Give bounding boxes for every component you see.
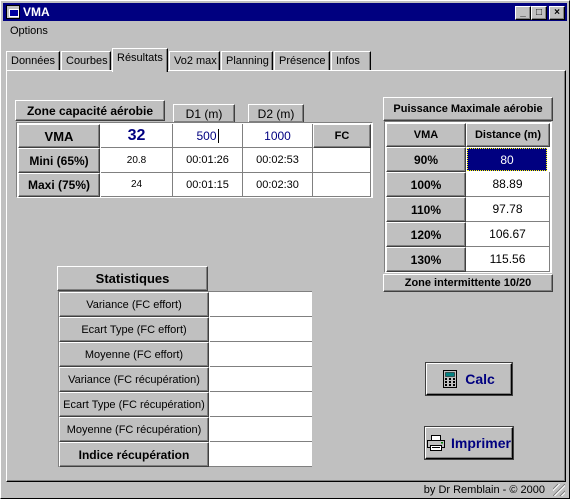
stat-label-indice: Indice récupération: [59, 442, 209, 467]
maximize-button[interactable]: □: [531, 6, 547, 20]
print-label: Imprimer: [451, 435, 511, 451]
stat-label-moyenne-effort: Moyenne (FC effort): [59, 342, 209, 367]
stats-table: Variance (FC effort) Ecart Type (FC effo…: [58, 291, 312, 467]
tab-infos[interactable]: Infos: [331, 51, 371, 71]
tab-donnees[interactable]: Données: [6, 51, 60, 71]
maxi-d1: 00:01:15: [173, 173, 243, 197]
maxi-d2: 00:02:30: [243, 173, 313, 197]
close-button[interactable]: ×: [549, 6, 565, 20]
stat-label-ecart-type-recup: Ecart Type (FC récupération): [59, 392, 209, 417]
calculator-icon: [443, 370, 459, 388]
stat-label-variance-effort: Variance (FC effort): [59, 292, 209, 317]
zone-table: VMA 32 500 1000 FC Mini (65%) 20.8 00:01…: [16, 122, 373, 198]
d2-input[interactable]: 1000: [243, 124, 313, 148]
pma-distance-130: 115.56: [466, 247, 550, 272]
calc-label: Calc: [465, 371, 495, 387]
title-bar[interactable]: VMA _ □ ×: [3, 3, 567, 21]
stat-value-moyenne-recup[interactable]: [210, 417, 312, 442]
app-icon[interactable]: [6, 5, 20, 19]
menu-options[interactable]: Options: [10, 25, 48, 37]
text-cursor: [217, 128, 219, 143]
mini-d1: 00:01:26: [173, 148, 243, 173]
d1-value: 500: [196, 128, 217, 143]
mini-fc[interactable]: [313, 148, 371, 173]
vma-row-label: VMA: [18, 124, 100, 148]
pma-pct-110: 110%: [386, 197, 466, 222]
tab-vo2max[interactable]: Vo2 max: [169, 51, 220, 71]
window-title: VMA: [23, 5, 50, 19]
resize-grip[interactable]: [553, 484, 565, 496]
menu-bar: Options: [3, 22, 567, 40]
pma-distance-90[interactable]: 80: [467, 148, 547, 171]
maxi-row-label: Maxi (75%): [18, 173, 100, 197]
credit-text: by Dr Remblain - © 2000: [423, 484, 545, 496]
d1-header: D1 (m): [173, 104, 235, 123]
tab-courbes[interactable]: Courbes: [61, 51, 111, 71]
stat-value-ecart-type-recup[interactable]: [210, 392, 312, 417]
stat-value-variance-recup[interactable]: [210, 367, 312, 392]
zone-title: Zone capacité aérobie: [15, 100, 165, 121]
pma-distance-100: 88.89: [466, 172, 550, 197]
print-button[interactable]: Imprimer: [425, 427, 513, 459]
maxi-vma: 24: [101, 173, 173, 197]
pma-distance-120: 106.67: [466, 222, 550, 247]
pma-title: Puissance Maximale aérobie: [383, 97, 553, 121]
stat-value-ecart-type-effort[interactable]: [210, 317, 312, 342]
tab-presence[interactable]: Présence: [274, 51, 330, 71]
app-window: VMA _ □ × Options Données Courbes Résult…: [0, 0, 570, 499]
pma-col-distance: Distance (m): [466, 123, 550, 147]
mini-vma: 20.8: [101, 148, 173, 173]
stat-value-moyenne-effort[interactable]: [210, 342, 312, 367]
tab-planning[interactable]: Planning: [221, 51, 273, 71]
mini-row-label: Mini (65%): [18, 148, 100, 173]
status-bar: by Dr Remblain - © 2000: [3, 483, 567, 498]
stat-label-moyenne-recup: Moyenne (FC récupération): [59, 417, 209, 442]
pma-table: VMA Distance (m) 90% 80 100% 88.89 110% …: [384, 121, 552, 273]
d2-header: D2 (m): [248, 104, 304, 123]
mini-d2: 00:02:53: [243, 148, 313, 173]
calc-button[interactable]: Calc: [426, 363, 512, 395]
tab-resultats[interactable]: Résultats: [112, 48, 168, 72]
printer-icon: [427, 435, 446, 451]
pma-pct-100: 100%: [386, 172, 466, 197]
pma-pct-90: 90%: [386, 147, 466, 172]
stat-value-indice[interactable]: [210, 442, 312, 467]
maxi-fc[interactable]: [313, 173, 371, 197]
pma-pct-120: 120%: [386, 222, 466, 247]
pma-col-vma: VMA: [386, 123, 466, 147]
vma-value[interactable]: 32: [101, 124, 173, 148]
pma-distance-110: 97.78: [466, 197, 550, 222]
pma-pct-130: 130%: [386, 247, 466, 272]
stat-label-variance-recup: Variance (FC récupération): [59, 367, 209, 392]
fc-header: FC: [313, 124, 371, 148]
stat-value-variance-effort[interactable]: [210, 292, 312, 317]
d1-input[interactable]: 500: [173, 124, 243, 148]
stats-title: Statistiques: [57, 266, 208, 291]
pma-footer: Zone intermittente 10/20: [383, 274, 553, 292]
stat-label-ecart-type-effort: Ecart Type (FC effort): [59, 317, 209, 342]
minimize-button[interactable]: _: [515, 6, 531, 20]
